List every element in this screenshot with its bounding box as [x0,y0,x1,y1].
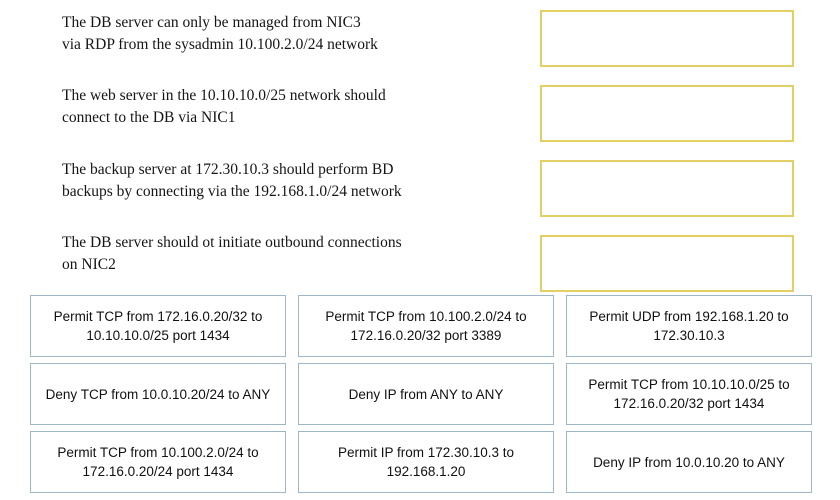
firewall-rule-option-6-label: Permit TCP from 10.10.10.0/25 to 172.16.… [588,377,790,411]
firewall-rule-option-7[interactable]: Permit TCP from 10.100.2.0/24 to 172.16.… [30,431,286,493]
firewall-rule-option-2[interactable]: Permit TCP from 10.100.2.0/24 to 172.16.… [298,295,554,357]
requirement-statement-3-line-1: The backup server at 172.30.10.3 should … [62,161,394,178]
firewall-rule-option-9-label: Deny IP from 10.0.10.20 to ANY [593,454,785,470]
requirement-statement-4-line-2: on NIC2 [62,256,116,273]
requirement-statement-3: The backup server at 172.30.10.3 should … [62,159,532,203]
firewall-rule-option-8[interactable]: Permit IP from 172.30.10.3 to 192.168.1.… [298,431,554,493]
firewall-rule-option-9[interactable]: Deny IP from 10.0.10.20 to ANY [566,431,812,493]
firewall-rule-option-2-label: Permit TCP from 10.100.2.0/24 to 172.16.… [325,309,527,343]
firewall-rule-options-grid: Permit TCP from 172.16.0.20/32 to 10.10.… [30,295,812,493]
firewall-rule-option-4-label: Deny TCP from 10.0.10.20/24 to ANY [45,386,271,402]
answer-dropzone-1[interactable] [540,10,794,67]
requirement-statement-2: The web server in the 10.10.10.0/25 netw… [62,85,532,129]
requirement-statement-3-line-2: backups by connecting via the 192.168.1.… [62,183,402,200]
requirement-statement-4-line-1: The DB server should ot initiate outboun… [62,234,402,251]
firewall-rule-option-5[interactable]: Deny IP from ANY to ANY [298,363,554,425]
firewall-rule-option-1-label: Permit TCP from 172.16.0.20/32 to 10.10.… [53,309,263,343]
answer-dropzone-4[interactable] [540,235,794,292]
firewall-rule-option-5-label: Deny IP from ANY to ANY [348,386,504,402]
firewall-rule-option-3-label: Permit UDP from 192.168.1.20 to 172.30.1… [589,309,789,343]
firewall-rule-option-4[interactable]: Deny TCP from 10.0.10.20/24 to ANY [30,363,286,425]
firewall-rule-option-6[interactable]: Permit TCP from 10.10.10.0/25 to 172.16.… [566,363,812,425]
requirement-statement-1: The DB server can only be managed from N… [62,12,532,56]
requirement-statement-4: The DB server should ot initiate outboun… [62,232,532,276]
requirement-statement-1-line-2: via RDP from the sysadmin 10.100.2.0/24 … [62,36,378,53]
answer-dropzone-3[interactable] [540,160,794,217]
answer-dropzone-2[interactable] [540,85,794,142]
requirement-statement-2-line-1: The web server in the 10.10.10.0/25 netw… [62,87,386,104]
firewall-rule-option-3[interactable]: Permit UDP from 192.168.1.20 to 172.30.1… [566,295,812,357]
requirement-statement-1-line-1: The DB server can only be managed from N… [62,14,361,31]
firewall-rule-option-7-label: Permit TCP from 10.100.2.0/24 to 172.16.… [57,445,259,479]
requirement-statement-2-line-2: connect to the DB via NIC1 [62,109,236,126]
firewall-rule-option-1[interactable]: Permit TCP from 172.16.0.20/32 to 10.10.… [30,295,286,357]
firewall-rule-option-8-label: Permit IP from 172.30.10.3 to 192.168.1.… [337,445,515,479]
firewall-rule-drag-drop-exercise: The DB server can only be managed from N… [0,0,840,500]
